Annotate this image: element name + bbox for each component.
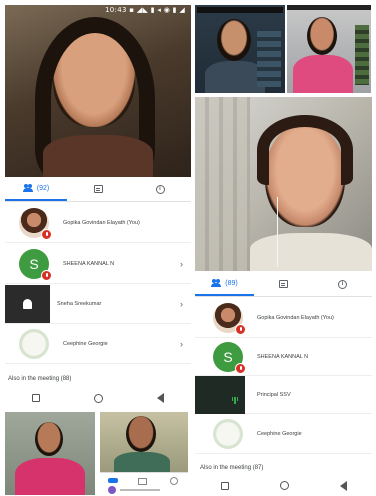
chat-icon bbox=[93, 185, 103, 193]
back-icon[interactable] bbox=[157, 393, 164, 403]
home-icon[interactable] bbox=[94, 393, 103, 403]
left-tab-bar: (92) i bbox=[5, 177, 191, 202]
avatar: S bbox=[19, 248, 52, 281]
tab-info[interactable]: i bbox=[313, 272, 371, 296]
participant-row[interactable]: S SHEENA KANNAL N bbox=[195, 338, 372, 376]
thumbnail-video-2 bbox=[100, 412, 188, 472]
right-thumb-video-1 bbox=[195, 5, 285, 93]
mic-off-icon bbox=[235, 362, 246, 374]
participant-name: SHEENA KANNAL N bbox=[63, 260, 115, 267]
right-nav-bar bbox=[195, 476, 372, 495]
recents-icon[interactable] bbox=[220, 481, 229, 490]
people-icon bbox=[211, 279, 222, 287]
audio-level-icon bbox=[231, 397, 239, 404]
participant-name: SHEENA KANNAL N bbox=[257, 353, 309, 360]
participant-name: Gopika Govindan Elayath (You) bbox=[257, 314, 334, 321]
status-bar: 10:43 ▪ ◢◣ ▮ ◂ ◉ ▮ ◢ bbox=[105, 6, 185, 14]
participant-row[interactable]: Ceephine Georgie › bbox=[5, 324, 191, 364]
tab-chat[interactable] bbox=[67, 177, 128, 201]
participant-name: Gopika Govindan Elayath (You) bbox=[63, 220, 140, 226]
mic-off-icon bbox=[41, 229, 52, 240]
right-main-video bbox=[195, 97, 372, 271]
bell-icon bbox=[23, 298, 32, 309]
participant-row[interactable]: S SHEENA KANNAL N › bbox=[5, 244, 191, 284]
participant-row[interactable]: Gopika Govindan Elayath (You) bbox=[195, 298, 372, 338]
back-icon[interactable] bbox=[339, 480, 347, 491]
avatar bbox=[19, 328, 49, 359]
participant-name: Ceephine Georgie bbox=[63, 340, 108, 347]
left-main-video: 10:43 ▪ ◢◣ ▮ ◂ ◉ ▮ ◢ bbox=[5, 5, 191, 177]
right-thumb-video-2 bbox=[287, 5, 371, 93]
participant-row[interactable]: Sneha Sreekumar › bbox=[5, 284, 191, 324]
participant-name: Sneha Sreekumar bbox=[57, 300, 102, 307]
people-count: (92) bbox=[36, 184, 50, 192]
info-icon: i bbox=[338, 279, 347, 289]
avatar bbox=[213, 302, 246, 335]
tab-people[interactable]: (89) bbox=[195, 272, 254, 296]
thumbnail-video-1 bbox=[5, 412, 95, 495]
chevron-right-icon[interactable]: › bbox=[180, 259, 183, 269]
chevron-right-icon[interactable]: › bbox=[180, 339, 183, 349]
participant-name: Ceephine Georgie bbox=[257, 430, 302, 437]
people-icon bbox=[22, 184, 34, 192]
recents-icon[interactable] bbox=[32, 394, 40, 402]
participant-row[interactable]: Principal SSV bbox=[195, 375, 372, 414]
mic-off-icon bbox=[41, 269, 52, 281]
people-count: (89) bbox=[225, 279, 238, 287]
participant-row[interactable]: Gopika Govindan Elayath (You) bbox=[5, 204, 191, 243]
also-in-meeting-label: Also in the meeting (87) bbox=[200, 465, 264, 471]
avatar bbox=[213, 418, 243, 449]
avatar bbox=[19, 208, 52, 240]
participant-row[interactable]: Ceephine Georgie bbox=[195, 414, 372, 454]
mic-off-icon bbox=[235, 323, 246, 335]
right-tab-bar: (89) i bbox=[195, 272, 372, 297]
participant-name: Principal SSV bbox=[257, 391, 291, 398]
home-icon[interactable] bbox=[279, 481, 289, 490]
tab-chat[interactable] bbox=[254, 272, 312, 296]
speaker-dress bbox=[43, 135, 153, 177]
tab-people[interactable]: (92) bbox=[5, 177, 67, 201]
mini-tab-bar bbox=[100, 472, 188, 496]
avatar: S bbox=[213, 341, 246, 374]
chevron-right-icon[interactable]: › bbox=[180, 299, 183, 309]
info-icon: i bbox=[155, 184, 165, 194]
participant-thumbnail bbox=[5, 284, 50, 323]
participant-thumbnail bbox=[195, 375, 245, 414]
tab-info[interactable]: i bbox=[129, 177, 190, 201]
chat-icon bbox=[279, 280, 288, 288]
left-nav-bar bbox=[5, 388, 191, 408]
also-in-meeting-label: Also in the meeting (88) bbox=[8, 376, 72, 382]
